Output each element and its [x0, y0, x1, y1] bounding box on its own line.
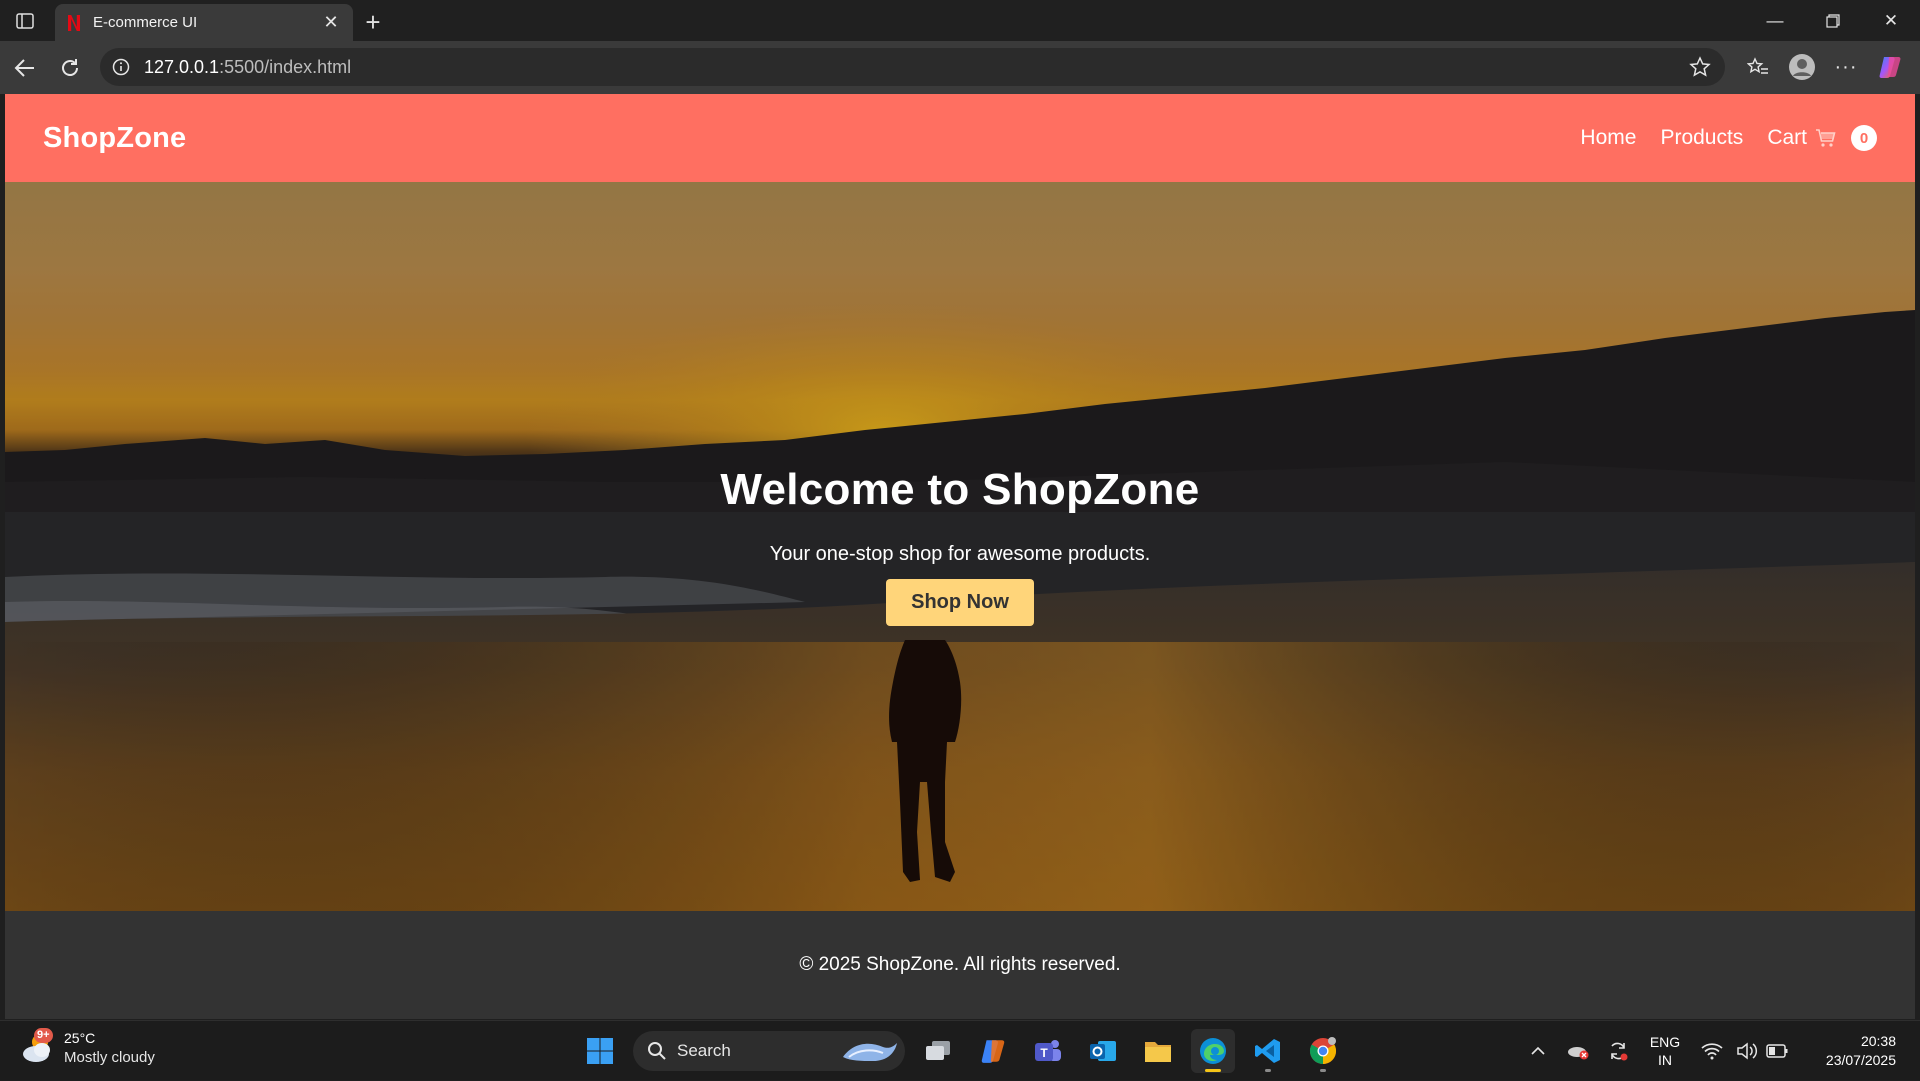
nav-products-link[interactable]: Products	[1660, 126, 1743, 150]
sync-icon[interactable]	[1598, 1040, 1638, 1062]
svg-text:T: T	[1040, 1046, 1048, 1060]
browser-tabbar: E-commerce UI ✕ + — ✕	[0, 0, 1920, 41]
search-icon	[648, 1042, 666, 1060]
chrome-icon[interactable]	[1301, 1029, 1345, 1073]
taskbar-apps: Search T	[578, 1029, 1356, 1073]
hero-title: Welcome to ShopZone	[720, 465, 1200, 514]
new-tab-button[interactable]: +	[353, 4, 393, 41]
show-hidden-icons-chevron-icon[interactable]	[1518, 1046, 1558, 1056]
favorites-icon[interactable]	[1736, 47, 1780, 87]
page-viewport: ShopZone Home Products Cart 0 Welcome to…	[5, 94, 1915, 1019]
weather-badge: 9+	[34, 1028, 53, 1043]
teams-icon[interactable]: T	[1026, 1029, 1070, 1073]
weather-temperature: 25°C	[64, 1030, 96, 1046]
shop-now-button[interactable]: Shop Now	[886, 579, 1034, 626]
onedrive-error-icon[interactable]	[1558, 1041, 1598, 1061]
netflix-favicon-icon	[68, 14, 80, 31]
windows-taskbar: 9+ 25°C Mostly cloudy Search T ENG IN 20…	[0, 1020, 1920, 1080]
weather-condition: Mostly cloudy	[64, 1049, 155, 1066]
volume-icon[interactable]	[1732, 1042, 1762, 1060]
weather-cloud-icon: 9+	[20, 1028, 56, 1066]
copilot-icon[interactable]	[1868, 47, 1912, 87]
search-highlight-icon	[843, 1043, 897, 1061]
nav-cart-label: Cart	[1767, 126, 1807, 149]
outlook-icon[interactable]	[1081, 1029, 1125, 1073]
browser-right-tools: ···	[1736, 47, 1912, 87]
footer-copyright: © 2025 ShopZone. All rights reserved.	[799, 954, 1121, 975]
cart-count-badge: 0	[1851, 125, 1877, 151]
site-footer: © 2025 ShopZone. All rights reserved.	[5, 911, 1915, 1019]
search-label: Search	[677, 1041, 731, 1060]
url-host: 127.0.0.1	[144, 56, 220, 77]
language-indicator[interactable]: ENG IN	[1638, 1033, 1692, 1069]
url-path: :5500/index.html	[219, 56, 352, 77]
nav-cart-link[interactable]: Cart 0	[1767, 125, 1877, 151]
refresh-icon[interactable]	[50, 48, 90, 88]
task-view-icon[interactable]	[916, 1029, 960, 1073]
clock-date: 23/07/2025	[1825, 1052, 1896, 1068]
browser-toolbar: 127.0.0.1:5500/index.html ···	[0, 41, 1920, 94]
weather-widget[interactable]: 9+ 25°C Mostly cloudy	[20, 1028, 155, 1067]
windows-start-icon[interactable]	[578, 1029, 622, 1073]
window-controls: — ✕	[1746, 0, 1920, 41]
wifi-icon[interactable]	[1692, 1042, 1732, 1060]
edge-browser-icon[interactable]	[1191, 1029, 1235, 1073]
battery-icon[interactable]	[1762, 1044, 1792, 1058]
restore-icon[interactable]	[1804, 0, 1862, 41]
tab-title: E-commerce UI	[93, 14, 198, 31]
site-info-icon[interactable]	[112, 58, 130, 76]
taskbar-search[interactable]: Search	[633, 1031, 905, 1071]
file-explorer-icon[interactable]	[1136, 1029, 1180, 1073]
nav-links: Home Products Cart 0	[1580, 125, 1877, 151]
brand-logo[interactable]: ShopZone	[43, 122, 186, 155]
more-menu-icon[interactable]: ···	[1824, 47, 1868, 87]
favorite-star-icon[interactable]	[1689, 56, 1711, 78]
browser-tab-active[interactable]: E-commerce UI ✕	[55, 4, 353, 41]
clock-time: 20:38	[1860, 1033, 1896, 1049]
hero-section: Welcome to ShopZone Your one-stop shop f…	[5, 182, 1915, 911]
address-bar[interactable]: 127.0.0.1:5500/index.html	[100, 48, 1725, 86]
hero-content: Welcome to ShopZone Your one-stop shop f…	[5, 465, 1915, 626]
nav-home-link[interactable]: Home	[1580, 126, 1636, 150]
back-icon[interactable]	[5, 48, 45, 88]
profile-avatar-icon[interactable]	[1780, 47, 1824, 87]
close-tab-icon[interactable]: ✕	[321, 12, 341, 33]
minimize-icon[interactable]: —	[1746, 0, 1804, 41]
close-window-icon[interactable]: ✕	[1862, 0, 1920, 41]
url-text: 127.0.0.1:5500/index.html	[144, 57, 351, 78]
vscode-icon[interactable]	[1246, 1029, 1290, 1073]
system-clock[interactable]: 20:38 23/07/2025	[1806, 1032, 1896, 1070]
language-bottom: IN	[1658, 1052, 1672, 1068]
system-tray: ENG IN 20:38 23/07/2025	[1518, 1021, 1920, 1081]
hero-subtitle: Your one-stop shop for awesome products.	[769, 543, 1151, 565]
copilot-app-icon[interactable]	[971, 1029, 1015, 1073]
tab-actions-icon[interactable]	[0, 0, 49, 41]
cart-icon	[1816, 129, 1836, 147]
site-navbar: ShopZone Home Products Cart 0	[5, 94, 1915, 182]
language-top: ENG	[1649, 1034, 1681, 1050]
